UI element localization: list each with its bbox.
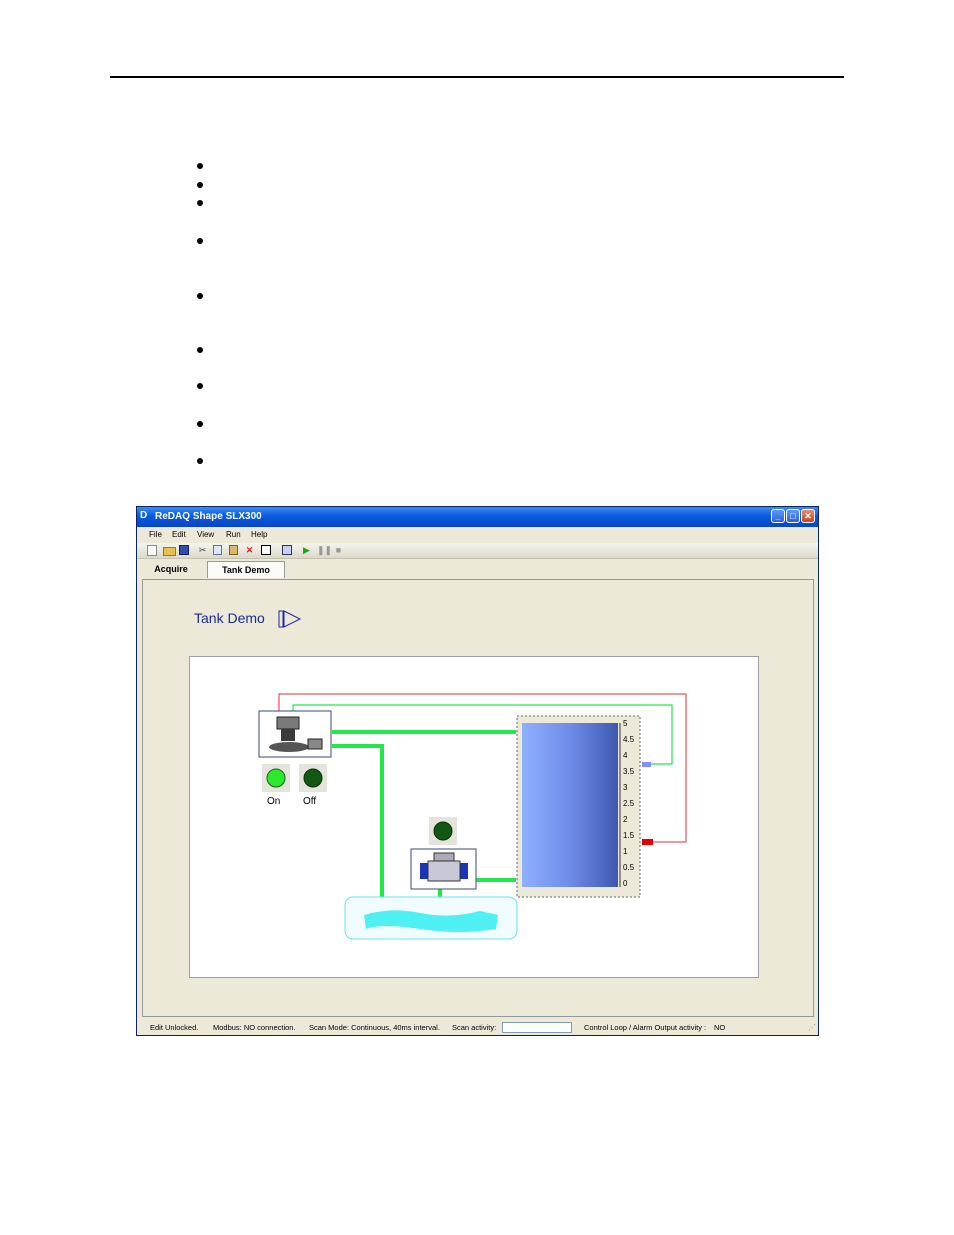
high-level-sensor [642,762,651,767]
bullet-5 [197,293,203,299]
delete-icon[interactable]: ✕ [244,545,255,555]
status-control-value: NO [714,1023,726,1032]
cut-icon[interactable]: ✂ [197,545,208,555]
properties-icon[interactable] [261,545,271,555]
maximize-button[interactable]: □ [786,509,800,523]
run-arrow-icon[interactable] [278,610,302,628]
status-scan-activity: Scan activity: [452,1023,497,1032]
menu-edit[interactable]: Edit [172,530,186,539]
diagram-canvas: 5 4.5 4 3.5 3 2.5 2 1.5 1 0.5 0 On Off [189,656,759,978]
pause-icon[interactable]: ❚❚ [317,545,332,555]
pipe-pump-down [332,744,384,897]
menu-file[interactable]: File [149,530,162,539]
tab-strip: Acquire Tank Demo [137,559,818,579]
menu-help[interactable]: Help [251,530,267,539]
bullet-8 [197,421,203,427]
scale-tick: 0.5 [623,863,635,872]
low-level-sensor [642,839,653,845]
on-label: On [267,796,281,807]
tank-scale: 5 4.5 4 3.5 3 2.5 2 1.5 1 0.5 0 [621,719,641,895]
off-label: Off [303,796,317,807]
status-edit: Edit Unlocked. [150,1023,199,1032]
bullet-1 [197,163,203,169]
scan-activity-bar [502,1022,572,1033]
new-icon[interactable] [147,545,157,556]
bullet-6 [197,347,203,353]
close-button[interactable]: ✕ [801,509,815,523]
app-window: D ReDAQ Shape SLX300 _ □ ✕ File Edit Vie… [136,506,819,1036]
scale-tick: 5 [623,719,628,728]
bullet-2 [197,182,203,188]
scale-tick: 1.5 [623,831,635,840]
scale-tick: 3.5 [623,767,635,776]
tab-content: Tank Demo 5 4.5 4 3.5 3 2.5 2 1.5 1 0.5 … [142,579,814,1017]
bullet-3 [197,200,203,206]
bullet-4 [197,238,203,244]
resize-grip-icon[interactable]: ⋰ [808,1023,816,1032]
menu-run[interactable]: Run [226,530,241,539]
tab-acquire[interactable]: Acquire [141,561,201,578]
status-modbus: Modbus: NO connection. [213,1023,296,1032]
on-indicator-light [266,768,286,788]
tank-liquid [522,723,618,887]
scale-tick: 0 [623,879,628,888]
open-icon[interactable] [163,547,176,556]
status-control-loop: Control Loop / Alarm Output activity : [584,1023,707,1032]
valve-indicator-light [433,821,453,841]
tab-tank-demo[interactable]: Tank Demo [207,561,285,578]
window-title: ReDAQ Shape SLX300 [155,511,262,522]
toolbar: ✂ ✕ ▶ ❚❚ ■ [137,543,818,559]
bullet-9 [197,458,203,464]
status-scan-mode: Scan Mode: Continuous, 40ms interval. [309,1023,440,1032]
paste-icon[interactable] [229,545,238,555]
menu-view[interactable]: View [197,530,214,539]
status-bar: Edit Unlocked. Modbus: NO connection. Sc… [137,1019,818,1035]
scale-tick: 3 [623,783,628,792]
grid-icon[interactable] [282,545,292,555]
run-icon[interactable]: ▶ [301,545,312,555]
minimize-button[interactable]: _ [771,509,785,523]
scale-tick: 2 [623,815,628,824]
scale-tick: 4 [623,751,628,760]
scale-tick: 1 [623,847,628,856]
app-logo-icon: D [140,510,148,521]
title-bar[interactable]: D ReDAQ Shape SLX300 _ □ ✕ [137,507,818,527]
off-indicator-light [303,768,323,788]
bullet-7 [197,383,203,389]
page-title: Tank Demo [194,610,265,626]
menu-bar: File Edit View Run Help [137,527,818,542]
header-rule [110,76,844,78]
scale-tick: 2.5 [623,799,635,808]
copy-icon[interactable] [213,545,222,555]
scale-tick: 4.5 [623,735,635,744]
stop-icon[interactable]: ■ [333,545,344,555]
save-icon[interactable] [179,545,189,555]
